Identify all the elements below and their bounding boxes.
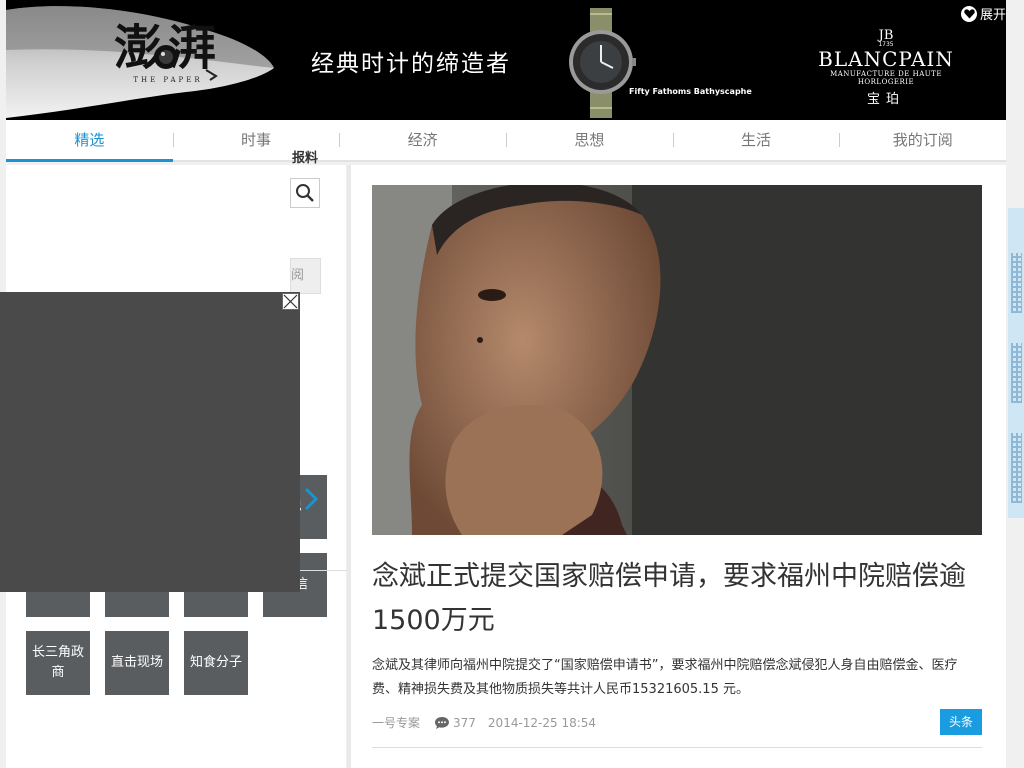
article-summary: 念斌及其律师向福州中院提交了“国家赔偿申请书”，要求福州中院赔偿念斌侵犯人身自由…: [372, 658, 958, 697]
watch-caption: Fifty Fathoms Bathyscaphe: [629, 87, 752, 96]
nav-item-economy[interactable]: 经济: [339, 120, 506, 160]
subscribe-button[interactable]: 阅: [290, 258, 321, 294]
article-meta: 一号专案 377 2014-12-25 18:54: [372, 714, 596, 731]
portrait-photo: [372, 185, 982, 535]
brand-subtitle: MANUFACTURE DE HAUTE HORLOGERIE: [830, 70, 942, 86]
column-tile-food[interactable]: 知食分子: [184, 631, 248, 695]
banner-slogan: 经典时计的缔造者: [311, 51, 511, 77]
news-tip-link[interactable]: 报料: [292, 147, 318, 166]
site-logo[interactable]: 澎湃 THE PAPER: [103, 20, 233, 84]
close-icon: [283, 294, 298, 309]
overlay-popup: [0, 292, 300, 592]
comment-count-value: 377: [453, 715, 476, 730]
watch-image: [569, 8, 636, 118]
nav-item-featured[interactable]: 精选: [6, 120, 173, 162]
article-channel[interactable]: 一号专案: [372, 714, 420, 731]
main-nav: 精选 时事 经济 思想 生活 我的订阅: [6, 120, 1006, 162]
column-tile-yangtze-delta[interactable]: 长三角政商: [26, 631, 90, 695]
logo-text-cn: 澎湃: [113, 20, 222, 76]
article-divider: [372, 747, 982, 748]
nav-item-ideas[interactable]: 思想: [506, 120, 673, 160]
brand-logo: JB 1735 BLANCPAIN MANUFACTURE DE HAUTE H…: [806, 29, 966, 107]
comment-count[interactable]: 377: [434, 716, 476, 730]
side-floating-rail[interactable]: [1008, 208, 1024, 518]
comment-icon: [435, 716, 450, 729]
expand-button[interactable]: 展开: [961, 4, 1006, 23]
qr-code-icon: [1011, 433, 1022, 503]
column-tile-live-scene[interactable]: 直击现场: [105, 631, 169, 695]
expand-label: 展开: [980, 8, 1006, 23]
brand-name: BLANCPAIN: [818, 47, 954, 71]
nav-item-life[interactable]: 生活: [672, 120, 840, 160]
qr-code-icon: [1011, 253, 1022, 313]
heart-icon: [961, 5, 977, 22]
nav-item-my-subscriptions[interactable]: 我的订阅: [839, 120, 1006, 160]
logo-text-en: THE PAPER: [133, 76, 203, 84]
search-icon: [296, 184, 314, 202]
article-headline[interactable]: 念斌正式提交国家赔偿申请，要求福州中院赔偿逾1500万元: [372, 555, 982, 643]
brand-name-cn: 宝珀: [866, 92, 905, 107]
search-button[interactable]: [290, 178, 320, 208]
article-timestamp: 2014-12-25 18:54: [487, 715, 597, 730]
chevron-right-icon[interactable]: [297, 486, 323, 512]
close-button[interactable]: [282, 293, 299, 310]
qr-code-icon: [1011, 343, 1022, 403]
article-hero-image[interactable]: [372, 185, 982, 535]
headline-badge: 头条: [940, 709, 982, 735]
